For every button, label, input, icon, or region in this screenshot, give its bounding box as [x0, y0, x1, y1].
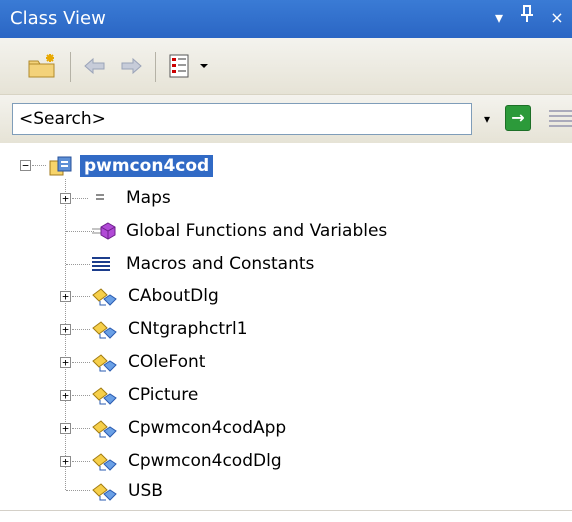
- class-icon: [90, 318, 120, 340]
- close-button[interactable]: ×: [544, 4, 570, 32]
- toolbar-separator: [70, 52, 71, 82]
- dropdown-arrow-icon: [200, 64, 208, 68]
- tree-item-label: Maps: [126, 188, 171, 208]
- tree-connector: [72, 329, 90, 330]
- window-title: Class View: [10, 8, 106, 29]
- class-icon: [90, 417, 120, 439]
- tree-item-label: Global Functions and Variables: [126, 221, 388, 241]
- back-arrow-icon: [84, 57, 105, 75]
- panel-bottom-border: [0, 510, 572, 511]
- window-position-dropdown-button[interactable]: ▾: [486, 4, 512, 32]
- maps-icon: [90, 187, 118, 209]
- class-icon: [90, 480, 120, 502]
- tree-connector: [66, 490, 90, 491]
- class-expander[interactable]: +: [60, 423, 71, 434]
- view-settings-icon: [169, 54, 189, 78]
- root-label: pwmcon4cod: [80, 155, 214, 177]
- tree-item-maps[interactable]: Maps: [90, 184, 171, 212]
- new-folder-icon: [28, 54, 55, 78]
- tree-item-class[interactable]: Cpwmcon4codDlg: [90, 447, 282, 475]
- tree-item-label: Cpwmcon4codApp: [128, 418, 287, 438]
- clear-search-icon[interactable]: [545, 107, 572, 129]
- tree-connector: [72, 461, 90, 462]
- view-settings-button[interactable]: [164, 50, 194, 82]
- tree-item-label: CPicture: [128, 385, 199, 405]
- tree-item-label: Cpwmcon4codDlg: [128, 451, 282, 471]
- global-functions-icon: [90, 220, 118, 242]
- search-bar: <Search> ▾ →: [0, 95, 572, 143]
- tree-item-label: CNtgraphctrl1: [128, 319, 248, 339]
- class-expander[interactable]: +: [60, 390, 71, 401]
- tree-connector: [72, 428, 90, 429]
- tree-item-class[interactable]: USB: [90, 477, 163, 505]
- forward-button[interactable]: [116, 50, 146, 82]
- macros-icon: [90, 253, 118, 275]
- class-icon: [90, 285, 120, 307]
- class-icon: [90, 351, 120, 373]
- tree-connector: [72, 296, 90, 297]
- forward-arrow-icon: [121, 57, 142, 75]
- tree-item-class[interactable]: CPicture: [90, 381, 198, 409]
- pin-icon: [521, 5, 533, 22]
- tree-item-label: COleFont: [128, 352, 206, 372]
- tree-item-global-functions[interactable]: Global Functions and Variables: [90, 217, 387, 245]
- class-tree: − pwmcon4cod + Maps Global Functions and…: [0, 143, 572, 503]
- back-button[interactable]: [80, 50, 110, 82]
- pin-button[interactable]: [514, 4, 540, 32]
- search-input[interactable]: <Search>: [12, 103, 472, 135]
- search-go-button[interactable]: →: [505, 105, 531, 131]
- class-expander[interactable]: +: [60, 291, 71, 302]
- tree-item-label: Macros and Constants: [126, 254, 315, 274]
- title-bar: Class View ▾ ×: [0, 0, 572, 38]
- toolbar-separator: [155, 52, 156, 82]
- tree-item-label: USB: [128, 481, 163, 501]
- class-expander[interactable]: +: [60, 456, 71, 467]
- maps-expander[interactable]: +: [60, 193, 71, 204]
- tree-connector: [72, 395, 90, 396]
- class-expander[interactable]: +: [60, 324, 71, 335]
- search-dropdown-button[interactable]: ▾: [477, 109, 497, 129]
- tree-item-macros[interactable]: Macros and Constants: [90, 250, 314, 278]
- project-icon: [48, 155, 72, 177]
- root-expander[interactable]: −: [20, 160, 31, 171]
- tree-item-class[interactable]: CNtgraphctrl1: [90, 315, 248, 343]
- toolbar: [0, 38, 572, 95]
- view-settings-dropdown[interactable]: [196, 50, 212, 82]
- tree-connector: [72, 362, 90, 363]
- tree-root-node[interactable]: pwmcon4cod: [48, 152, 214, 180]
- tree-item-label: CAboutDlg: [128, 286, 219, 306]
- class-icon: [90, 384, 120, 406]
- class-icon: [90, 450, 120, 472]
- tree-item-class[interactable]: CAboutDlg: [90, 282, 219, 310]
- new-folder-button[interactable]: [24, 50, 60, 82]
- class-expander[interactable]: +: [60, 357, 71, 368]
- tree-connector: [66, 264, 90, 265]
- tree-connector: [72, 198, 88, 199]
- tree-connector: [32, 165, 46, 166]
- tree-item-class[interactable]: COleFont: [90, 348, 205, 376]
- tree-item-class[interactable]: Cpwmcon4codApp: [90, 414, 286, 442]
